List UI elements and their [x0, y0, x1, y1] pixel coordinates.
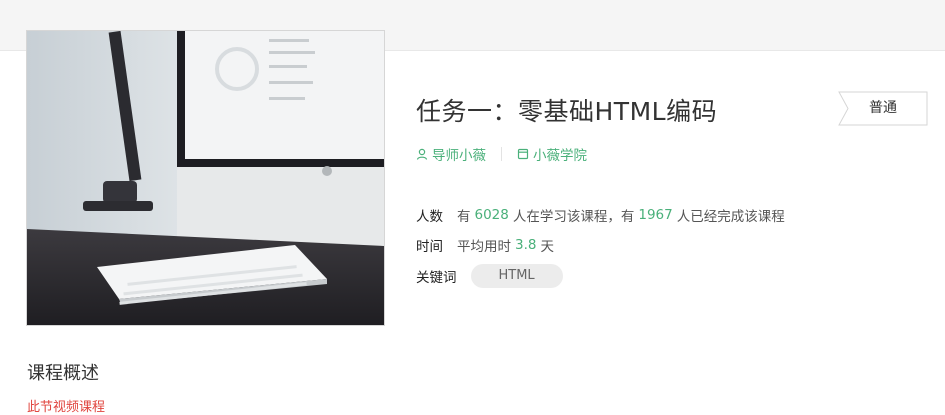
completed-count: 1967: [638, 207, 673, 223]
time-prefix: 平均用时: [457, 239, 511, 255]
school-link[interactable]: 小薇学院: [517, 144, 587, 164]
time-label: 时间: [416, 239, 443, 255]
people-label: 人数: [416, 209, 443, 225]
meta-divider: [501, 147, 502, 161]
time-value: 3.8: [515, 237, 537, 253]
tutor-link[interactable]: 导师小薇: [416, 144, 486, 164]
time-unit: 天: [540, 239, 554, 255]
keyword-row: 关键词 HTML: [416, 264, 563, 288]
tutor-name: 导师小薇: [432, 148, 486, 164]
time-row: 时间 平均用时 3.8 天: [416, 235, 554, 255]
person-icon: [416, 148, 428, 160]
people-mid: 人在学习该课程，有: [512, 209, 635, 225]
course-meta: 导师小薇 小薇学院: [416, 144, 587, 164]
book-icon: [517, 148, 529, 160]
people-prefix: 有: [457, 209, 471, 225]
keyword-label: 关键词: [416, 270, 457, 286]
completed-suffix: 人已经完成该课程: [676, 209, 785, 225]
course-title: 任务一：零基础HTML编码: [416, 97, 718, 126]
people-row: 人数 有 6028 人在学习该课程，有 1967 人已经完成该课程: [416, 205, 785, 225]
keyword-tag[interactable]: HTML: [470, 264, 563, 288]
learning-count: 6028: [474, 207, 509, 223]
course-level-badge: 普通: [838, 91, 928, 126]
course-cover-image: [26, 30, 385, 326]
overview-text: 此节视频课程: [27, 400, 106, 415]
overview-heading: 课程概述: [27, 363, 99, 384]
school-name: 小薇学院: [533, 148, 587, 164]
course-level-label: 普通: [869, 100, 897, 116]
